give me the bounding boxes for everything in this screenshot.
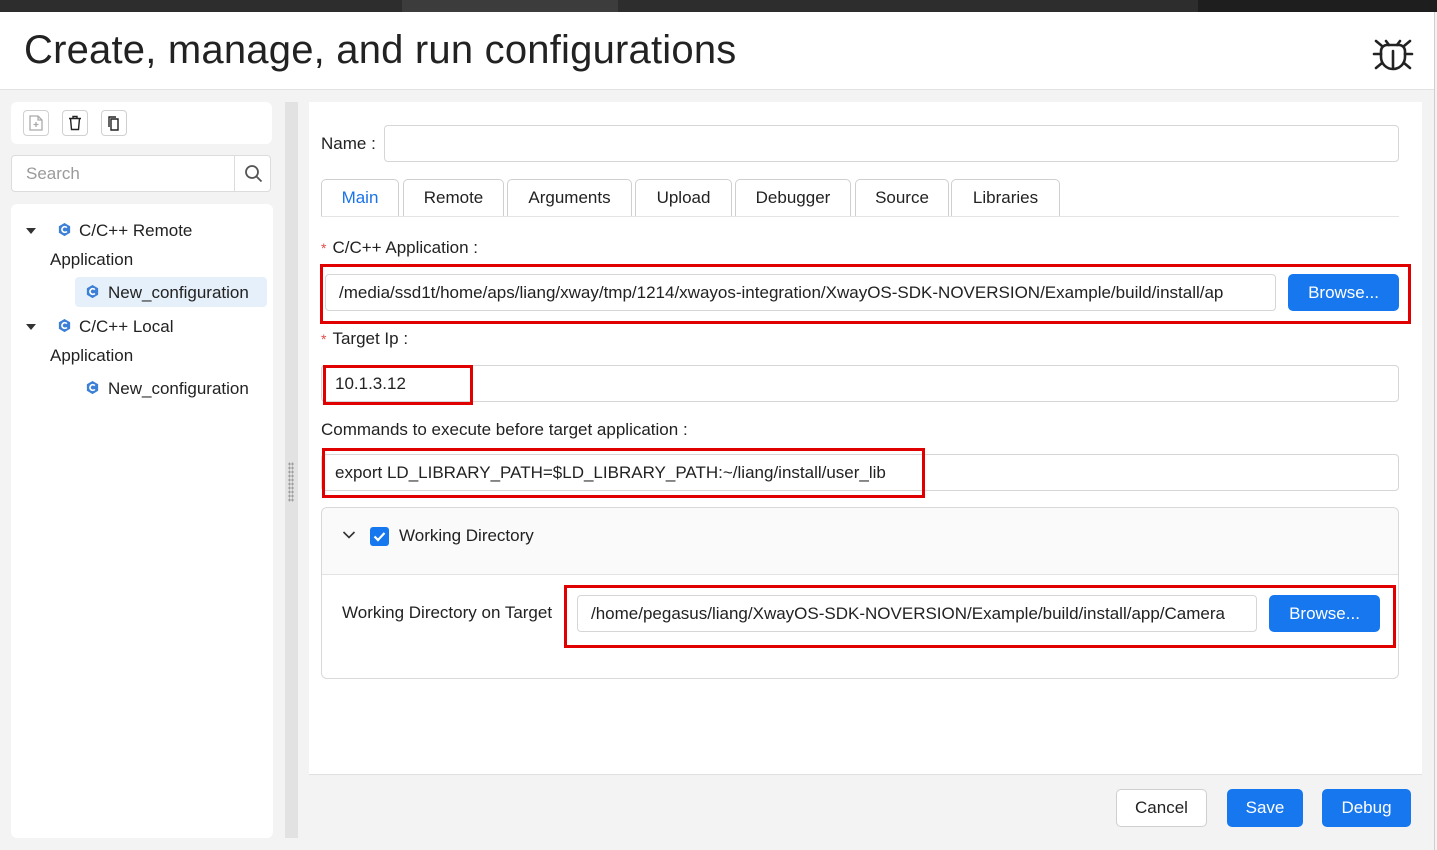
tree-item-local-new-configuration[interactable]: New_configuration: [108, 374, 249, 403]
save-button[interactable]: Save: [1227, 789, 1303, 827]
commands-label: Commands to execute before target applic…: [321, 420, 688, 439]
tree-item-cpp-remote-line2[interactable]: Application: [50, 245, 133, 274]
working-directory-checkbox[interactable]: [370, 527, 389, 546]
name-input[interactable]: [384, 125, 1399, 162]
cancel-button[interactable]: Cancel: [1116, 789, 1207, 827]
working-directory-header[interactable]: Working Directory: [322, 508, 1398, 575]
cpp-icon: [86, 380, 99, 395]
chevron-down-icon[interactable]: [342, 530, 356, 540]
bug-icon[interactable]: [1370, 32, 1416, 74]
cpp-application-label: * C/C++ Application :: [321, 238, 479, 257]
title-bar-right: [1198, 0, 1437, 12]
title-bar-tab: [402, 0, 618, 12]
new-file-icon: [29, 115, 43, 131]
search-box: [11, 155, 271, 192]
duplicate-config-button[interactable]: [101, 110, 127, 136]
cpp-icon: [58, 222, 71, 237]
search-icon: [245, 165, 263, 183]
tree-item-cpp-remote[interactable]: C/C++ Remote: [79, 216, 192, 245]
expand-caret-icon[interactable]: [26, 324, 36, 330]
target-ip-label: * Target Ip :: [321, 329, 409, 348]
delete-config-button[interactable]: [62, 110, 88, 136]
cpp-application-input[interactable]: /media/ssd1t/home/aps/liang/xway/tmp/121…: [325, 274, 1276, 311]
tab-divider: [321, 216, 1399, 217]
wd-target-label: Working Directory on Target: [342, 603, 553, 622]
footer-divider: [309, 774, 1422, 775]
dialog-header: Create, manage, and run configurations: [0, 12, 1434, 90]
new-config-button[interactable]: [23, 110, 49, 136]
name-label: Name :: [321, 134, 376, 153]
target-ip-input[interactable]: 10.1.3.12: [321, 365, 1399, 402]
tab-source[interactable]: Source: [855, 179, 949, 216]
run-configurations-dialog: Create, manage, and run configurations S…: [0, 12, 1435, 850]
tree-item-remote-new-configuration[interactable]: New_configuration: [108, 278, 249, 307]
config-tree: C/C++ Remote Application New_configurati…: [11, 204, 273, 838]
tree-item-cpp-local-line2[interactable]: Application: [50, 341, 133, 370]
check-icon: [373, 532, 386, 542]
search-input[interactable]: [12, 156, 234, 191]
page-title: Create, manage, and run configurations: [24, 28, 737, 72]
debug-button[interactable]: Debug: [1322, 789, 1411, 827]
tab-remote[interactable]: Remote: [403, 179, 504, 216]
working-directory-title: Working Directory: [399, 526, 534, 545]
cpp-icon: [86, 284, 99, 299]
cpp-icon: [58, 318, 71, 333]
working-directory-panel: Working Directory Working Directory on T…: [321, 507, 1399, 679]
trash-icon: [69, 115, 81, 131]
tab-arguments[interactable]: Arguments: [507, 179, 632, 216]
tab-debugger[interactable]: Debugger: [735, 179, 851, 216]
tab-libraries[interactable]: Libraries: [951, 179, 1060, 216]
tab-main[interactable]: Main: [321, 179, 399, 216]
drag-handle-icon[interactable]: [288, 462, 294, 502]
search-button[interactable]: [234, 156, 272, 191]
browse-application-button[interactable]: Browse...: [1288, 274, 1399, 311]
config-toolbar: [11, 102, 272, 144]
tree-item-cpp-local[interactable]: C/C++ Local: [79, 312, 174, 341]
duplicate-icon: [108, 116, 119, 131]
config-form: Name : Main Remote Arguments Upload Debu…: [309, 102, 1422, 774]
wd-target-input[interactable]: /home/pegasus/liang/XwayOS-SDK-NOVERSION…: [577, 595, 1257, 632]
browse-working-directory-button[interactable]: Browse...: [1269, 595, 1380, 632]
expand-caret-icon[interactable]: [26, 228, 36, 234]
commands-input[interactable]: export LD_LIBRARY_PATH=$LD_LIBRARY_PATH:…: [321, 454, 1399, 491]
title-bar-strip: [0, 0, 1437, 12]
tab-upload[interactable]: Upload: [635, 179, 732, 216]
